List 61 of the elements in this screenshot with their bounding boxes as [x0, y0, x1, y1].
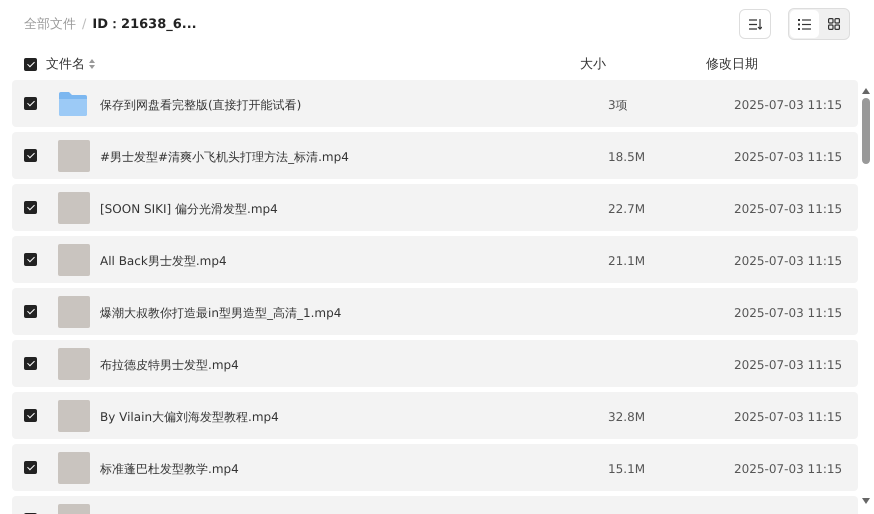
modified-date: 2025-07-03 11:15	[734, 462, 842, 476]
photo-placeholder	[58, 244, 90, 276]
file-size: 21.1M	[608, 254, 646, 268]
row-checkbox[interactable]	[24, 201, 37, 214]
scrollbar-thumb[interactable]	[862, 98, 870, 164]
breadcrumb-link[interactable]: ID：21638_6...	[92, 15, 197, 33]
modified-date: 2025-07-03 11:15	[734, 358, 842, 372]
file-name: [SOON SIKI] 偏分光滑发型.mp4	[100, 202, 278, 216]
file-row[interactable]: #男士发型#清爽小飞机头打理方法_标清.mp4 18.5M 2025-07-03 11:15	[12, 132, 858, 179]
file-size: 15.1M	[608, 462, 646, 476]
file-size: 22.7M	[608, 202, 646, 216]
row-checkbox[interactable]	[24, 357, 37, 370]
view-mode-button[interactable]	[790, 10, 819, 38]
file-row[interactable]: [SOON SIKI] 偏分光滑发型.mp4 22.7M 2025-07-03 11:15	[12, 184, 858, 231]
row-checkbox[interactable]	[24, 305, 37, 318]
file-name: 保存到网盘看完整版(直接打开能试看)	[100, 98, 302, 112]
row-checkbox[interactable]	[24, 149, 37, 162]
column-header: 大小	[580, 56, 607, 73]
modified-date: 2025-07-03 11:15	[734, 410, 842, 424]
file-row[interactable]: 标准蓬巴杜发型教学.mp4 15.1M 2025-07-03 11:15	[12, 444, 858, 491]
list-icon	[798, 18, 811, 30]
file-size: 18.5M	[608, 150, 646, 164]
file-row[interactable]: All Back男士发型.mp4 21.1M 2025-07-03 11:15	[12, 236, 858, 283]
sort-icon	[748, 18, 762, 30]
select-all-checkbox[interactable]	[24, 58, 37, 70]
modified-date: 2025-07-03 11:15	[734, 254, 842, 268]
file-size: 32.8M	[608, 410, 646, 424]
modified-date: 2025-07-03 11:15	[734, 150, 842, 164]
column-header: 修改日期	[706, 56, 759, 73]
breadcrumb-separator: /	[82, 16, 86, 32]
sort-arrows-icon	[89, 59, 95, 69]
photo-placeholder	[58, 452, 90, 484]
file-size: 3项	[608, 98, 628, 112]
folder-icon	[58, 90, 88, 116]
file-name: All Back男士发型.mp4	[100, 254, 227, 268]
row-checkbox[interactable]	[24, 461, 37, 474]
photo-placeholder	[58, 140, 90, 172]
modified-date: 2025-07-03 11:15	[734, 202, 842, 216]
file-row[interactable]: 布拉德皮特男士发型.mp4 2025-07-03 11:15	[12, 340, 858, 387]
grid-icon	[828, 18, 840, 30]
sort-button[interactable]	[739, 9, 771, 39]
photo-placeholder	[58, 192, 90, 224]
modified-date: 2025-07-03 11:15	[734, 98, 842, 112]
modified-date: 2025-07-03 11:15	[734, 306, 842, 320]
file-name: 爆潮大叔教你打造最in型男造型_高清_1.mp4	[100, 306, 342, 320]
file-row[interactable]: By Vilain大偏刘海发型教程.mp4 32.8M 2025-07-03 11:15	[12, 392, 858, 439]
file-name: 标准蓬巴杜发型教学.mp4	[100, 462, 239, 476]
file-name: By Vilain大偏刘海发型教程.mp4	[100, 410, 279, 424]
scroll-up-icon	[862, 88, 870, 94]
photo-placeholder	[58, 296, 90, 328]
row-checkbox[interactable]	[24, 409, 37, 422]
column-header[interactable]: 文件名	[46, 55, 85, 73]
file-row[interactable]: 保存到网盘看完整版(直接打开能试看) 3项 2025-07-03 11:15	[12, 80, 858, 127]
file-name: 布拉德皮特男士发型.mp4	[100, 358, 239, 372]
row-checkbox[interactable]	[24, 253, 37, 266]
row-checkbox[interactable]	[24, 97, 37, 110]
file-name: #男士发型#清爽小飞机头打理方法_标清.mp4	[100, 150, 349, 164]
scroll-down-icon	[862, 498, 870, 504]
photo-placeholder	[58, 400, 90, 432]
photo-placeholder	[58, 348, 90, 380]
file-row[interactable]: 爆潮大叔教你打造最in型男造型_高清_1.mp4 2025-07-03 11:15	[12, 288, 858, 335]
